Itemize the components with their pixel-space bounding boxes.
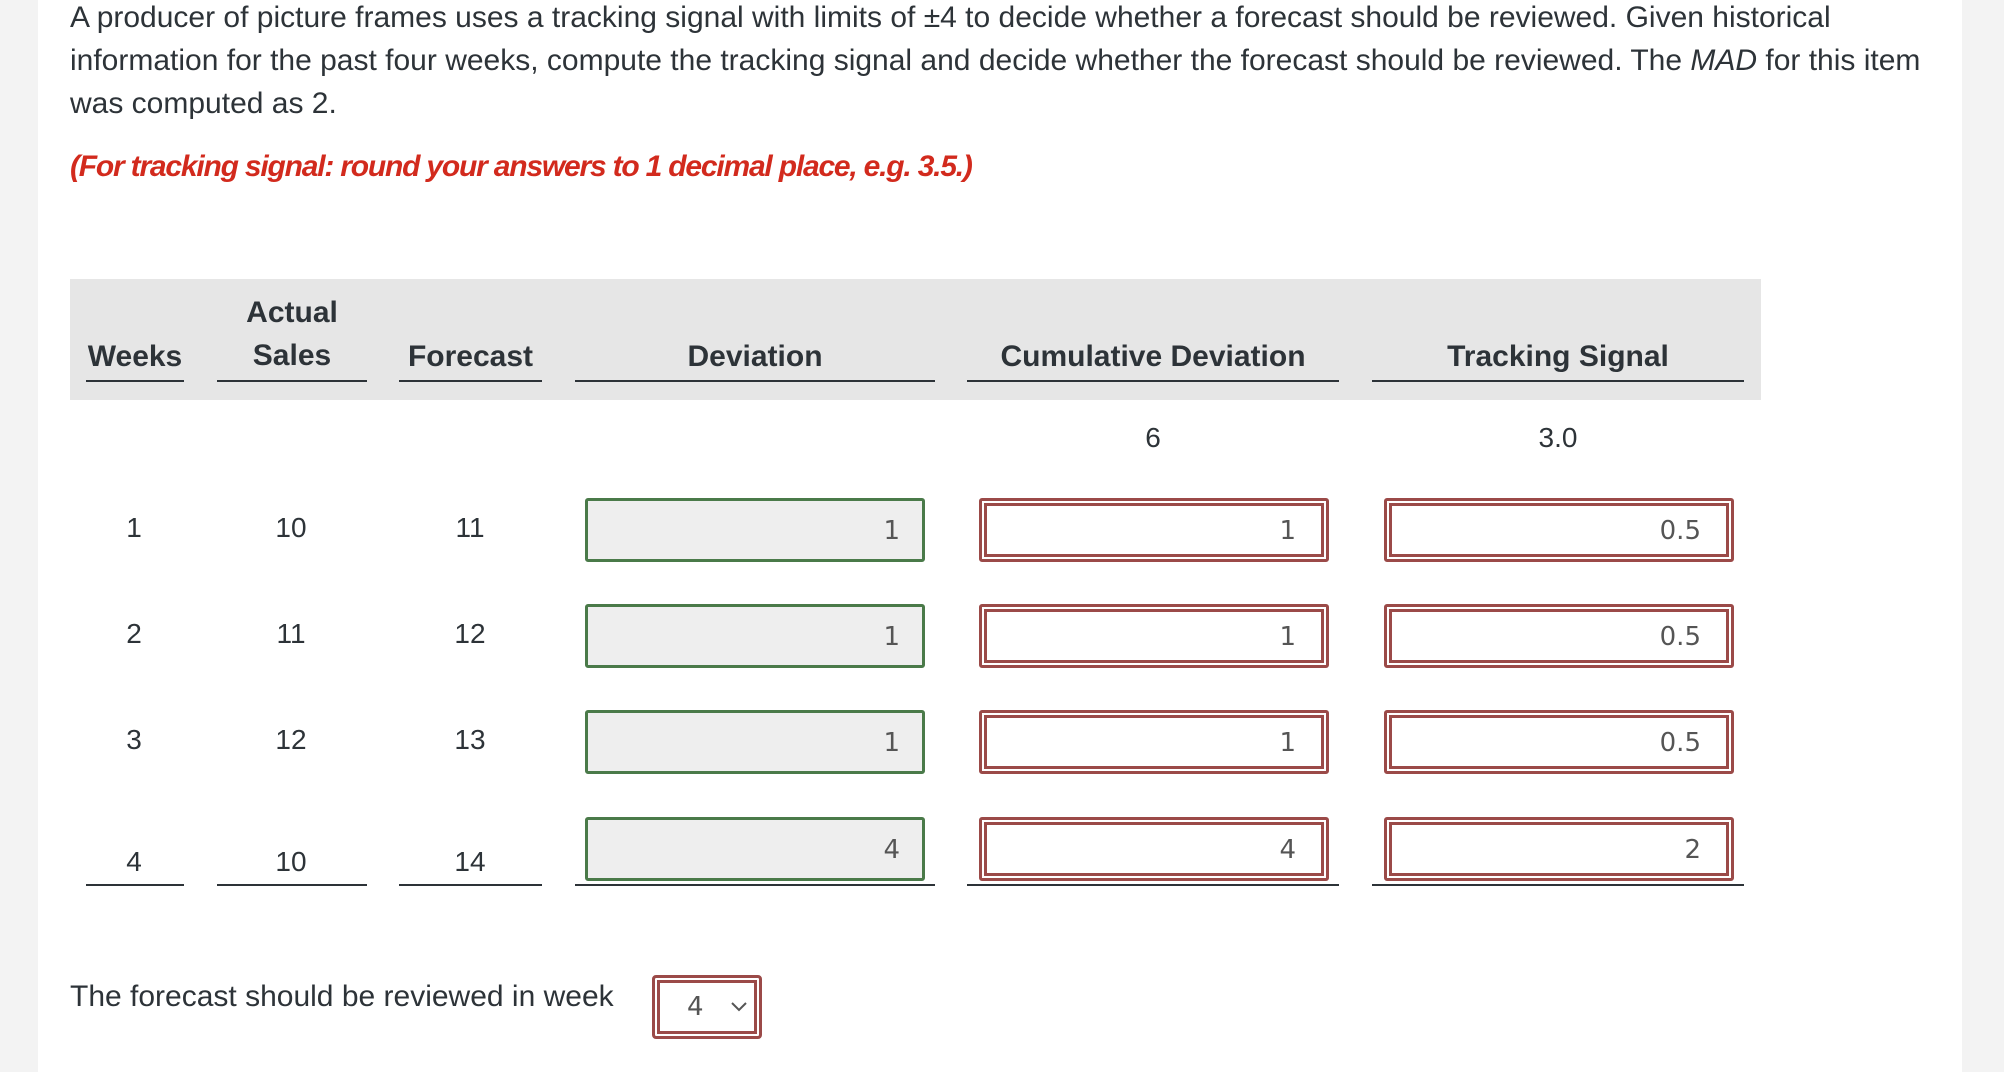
row-underline — [1372, 884, 1744, 886]
row-underline — [575, 884, 935, 886]
header-actual-line2: Sales — [252, 339, 332, 372]
tracking-signal-input[interactable]: 2 — [1384, 817, 1734, 881]
header-actual-sales: Actual Sales — [217, 290, 367, 382]
cumulative-deviation-input[interactable]: 4 — [979, 817, 1329, 881]
header-cumulative-deviation: Cumulative Deviation — [967, 290, 1339, 382]
deviation-input[interactable]: 1 — [585, 710, 925, 774]
header-forecast: Forecast — [399, 290, 542, 382]
tracking-signal-input[interactable]: 0.5 — [1384, 604, 1734, 668]
header-deviation: Deviation — [575, 290, 935, 382]
cell-forecast: 11 — [455, 512, 485, 543]
row-underline — [86, 884, 184, 886]
cell-forecast: 13 — [454, 724, 486, 755]
cell-week: 2 — [126, 618, 142, 649]
review-week-select[interactable]: 4 — [652, 975, 762, 1039]
header-weeks: Weeks — [86, 290, 184, 382]
header-actual-line1: Actual — [246, 296, 338, 329]
cumulative-deviation-input[interactable]: 1 — [979, 498, 1329, 562]
cell-actual-sales: 10 — [275, 846, 307, 877]
deviation-input[interactable]: 4 — [585, 817, 925, 881]
row-underline — [217, 884, 367, 886]
mad-term: MAD — [1690, 44, 1758, 77]
rounding-note: (For tracking signal: round your answers… — [70, 150, 973, 183]
tracking-signal-input[interactable]: 0.5 — [1384, 710, 1734, 774]
row-underline — [399, 884, 542, 886]
deviation-input[interactable]: 1 — [585, 498, 925, 562]
cell-week: 1 — [126, 512, 142, 543]
cumulative-deviation-input[interactable]: 1 — [979, 604, 1329, 668]
chevron-down-icon — [731, 1002, 747, 1012]
selected-value: 4 — [687, 992, 704, 1022]
cell-week: 3 — [126, 724, 142, 755]
cell-forecast: 14 — [454, 846, 486, 877]
initial-tracking: 3.0 — [1538, 422, 1578, 453]
question-text: A producer of picture frames uses a trac… — [70, 0, 1950, 125]
cell-actual-sales: 12 — [275, 724, 307, 755]
initial-cumulative: 6 — [1145, 422, 1161, 453]
review-label: The forecast should be reviewed in week — [70, 980, 614, 1013]
cumulative-deviation-input[interactable]: 1 — [979, 710, 1329, 774]
cell-actual-sales: 10 — [275, 512, 307, 543]
cell-forecast: 12 — [454, 618, 486, 649]
row-underline — [967, 884, 1339, 886]
cell-actual-sales: 11 — [276, 618, 306, 649]
cell-week: 4 — [126, 846, 142, 877]
tracking-signal-input[interactable]: 0.5 — [1384, 498, 1734, 562]
question-text-part: A producer of picture frames uses a trac… — [70, 1, 1831, 77]
header-tracking-signal: Tracking Signal — [1372, 290, 1744, 382]
deviation-input[interactable]: 1 — [585, 604, 925, 668]
